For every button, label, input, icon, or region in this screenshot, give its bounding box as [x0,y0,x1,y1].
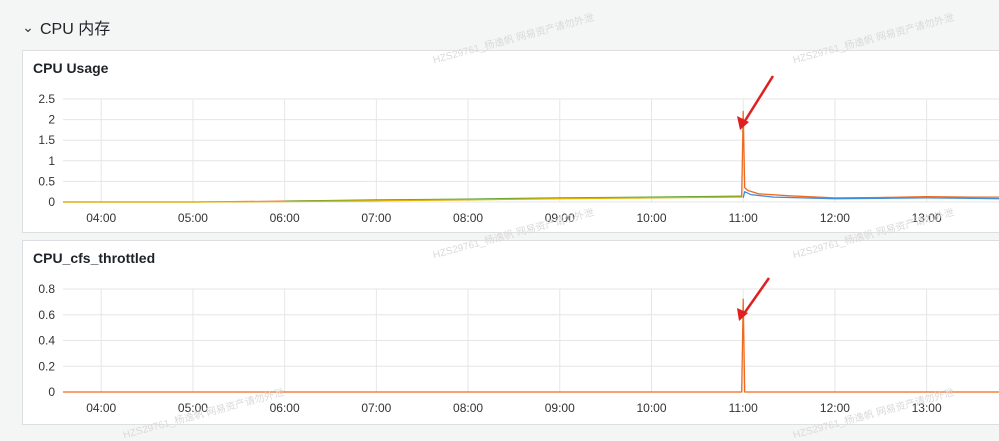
y-tick-label: 0 [48,385,55,399]
y-tick-label: 0.4 [38,334,55,348]
y-tick-label: 0 [48,195,55,209]
chevron-down-icon[interactable]: ⌄ [22,19,34,36]
x-tick-label: 04:00 [86,401,116,415]
x-tick-label: 08:00 [453,211,483,225]
row-header-cpu-memory[interactable]: ⌄ CPU 内存 [22,12,110,42]
x-tick-label: 09:00 [545,401,575,415]
cpu-usage-chart: 0 0.5 1 1.5 2 2.5 04:00 05:00 06:00 07:00 08:00 09:… [38,92,999,225]
x-tick-label: 07:00 [361,401,391,415]
y-tick-label: 0.5 [38,174,55,188]
y-tick-label: 2 [48,113,55,127]
x-tick-label: 06:00 [270,211,300,225]
x-tick-label: 07:00 [361,211,391,225]
cpu-usage-panel: 0 0.5 1 1.5 2 2.5 04:00 05:00 06:00 07:00 08:00 09:… [22,50,999,233]
y-tick-label: 0.2 [38,359,55,373]
x-tick-label: 12:00 [820,401,850,415]
series-line [63,110,999,203]
cpu-cfs-throttled-panel: 0 0.2 0.4 0.6 0.8 04:00 05:00 06:00 07:00 08:00 09… [22,240,999,425]
panel-title[interactable]: CPU Usage [33,60,108,76]
row-title: CPU 内存 [40,21,111,38]
x-tick-label: 04:00 [86,211,116,225]
panel-title[interactable]: CPU_cfs_throttled [33,250,155,266]
y-tick-label: 2.5 [38,92,55,106]
x-tick-label: 08:00 [453,401,483,415]
x-tick-label: 11:00 [729,211,758,225]
x-tick-label: 05:00 [178,211,208,225]
cpu-cfs-throttled-chart: 0 0.2 0.4 0.6 0.8 04:00 05:00 06:00 07:00 08:00 09… [38,282,999,415]
y-tick-label: 1.5 [38,133,55,147]
x-tick-label: 13:00 [912,211,942,225]
x-tick-label: 12:00 [820,211,850,225]
x-tick-label: 05:00 [178,401,208,415]
series-line [63,298,999,393]
x-tick-label: 13:00 [912,401,942,415]
x-tick-label: 11:00 [729,401,758,415]
x-tick-label: 06:00 [270,401,300,415]
y-tick-label: 0.6 [38,308,55,322]
y-tick-label: 1 [48,154,55,168]
x-tick-label: 09:00 [545,211,575,225]
y-tick-label: 0.8 [38,282,55,296]
x-tick-label: 10:00 [636,211,666,225]
x-tick-label: 10:00 [636,401,666,415]
